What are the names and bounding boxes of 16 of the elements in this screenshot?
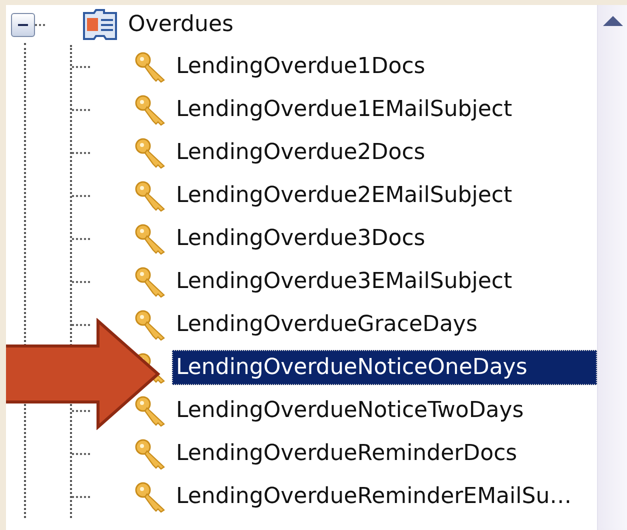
tree-item[interactable]: LendingOverdue3EMailSubject: [172, 264, 516, 300]
collapse-toggle[interactable]: [11, 13, 35, 37]
form-icon: [82, 9, 118, 41]
tree-item[interactable]: Overdues: [124, 7, 238, 43]
tree-item[interactable]: LendingOverdueReminderDocs: [172, 436, 522, 472]
tree-item[interactable]: LendingOverdue2EMailSubject: [172, 178, 516, 214]
tree-item[interactable]: LendingOverdue3Docs: [172, 220, 430, 256]
tree-item[interactable]: LendingOverdue2Docs: [172, 134, 430, 170]
tree-item[interactable]: LendingOverdueGraceDays: [172, 306, 482, 342]
tree-item[interactable]: LendingOverdueNoticeOneDays: [172, 350, 597, 386]
scrollbar[interactable]: [597, 5, 627, 530]
tree-item[interactable]: LendingOverdue1Docs: [172, 48, 430, 84]
scroll-up-button[interactable]: [602, 15, 624, 27]
tree-item[interactable]: LendingOverdueReminderEMailSu…: [172, 478, 576, 514]
tree-item[interactable]: LendingOverdue1EMailSubject: [172, 92, 516, 128]
tree-item[interactable]: LendingOverdueNoticeTwoDays: [172, 392, 528, 428]
